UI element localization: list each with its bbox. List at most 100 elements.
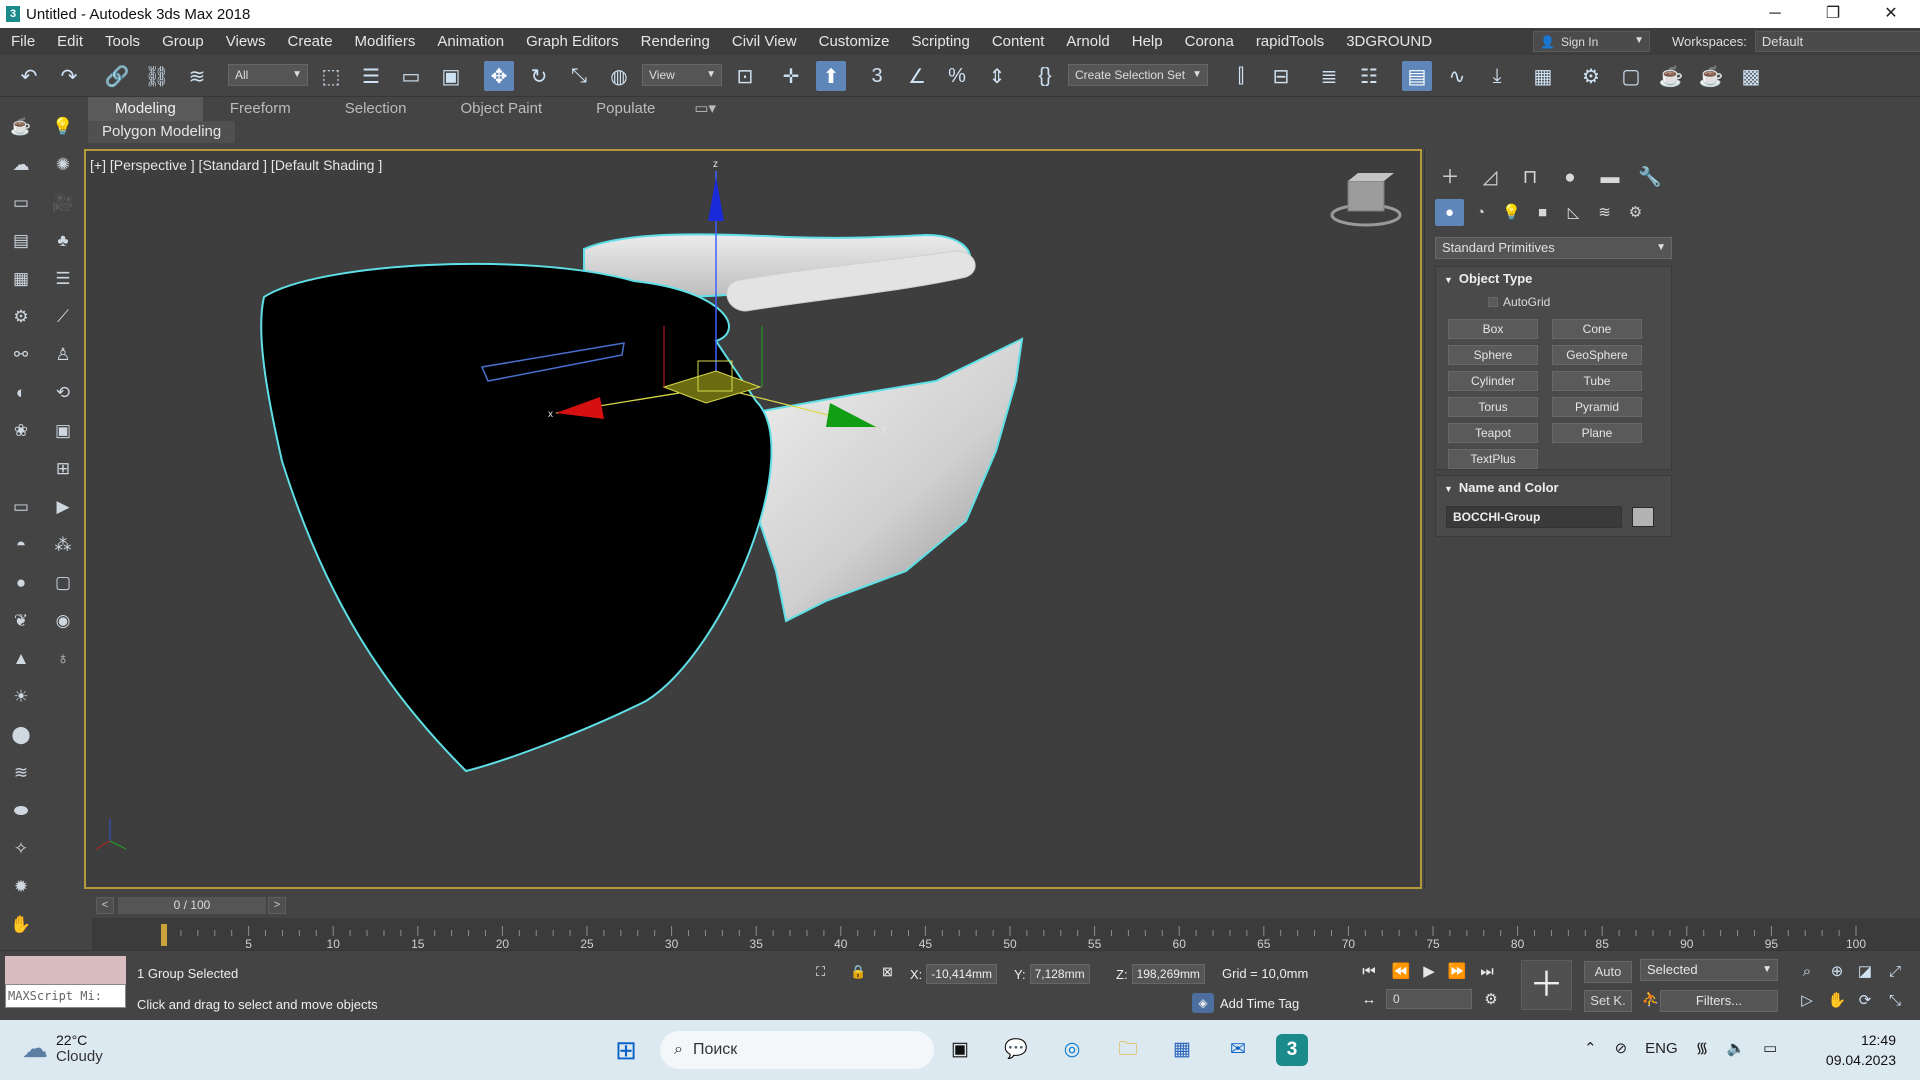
bind-spacewarp-icon[interactable]: ≋	[182, 61, 212, 91]
select-object-icon[interactable]: ⬚	[316, 61, 346, 91]
clock[interactable]: 12:49 09.04.2023	[1826, 1030, 1896, 1070]
toggle-ribbon-icon[interactable]: ☷	[1354, 61, 1384, 91]
autogrid-checkbox[interactable]: AutoGrid	[1488, 295, 1550, 309]
zoom-extents-icon[interactable]: ◪	[1854, 961, 1876, 983]
set-key-icon[interactable]: ＋	[1521, 960, 1572, 1010]
hemisphere-icon[interactable]: ◓	[8, 532, 34, 558]
menu-tools[interactable]: Tools	[94, 33, 151, 50]
chevron-up-icon[interactable]: ⌃	[1584, 1039, 1597, 1057]
tree-icon[interactable]: ♣	[50, 228, 76, 254]
menu-graph-editors[interactable]: Graph Editors	[515, 33, 630, 50]
box-icon[interactable]: ▣	[50, 418, 76, 444]
stairs-icon[interactable]: ≋	[8, 760, 34, 786]
align-icon[interactable]: ⊟	[1266, 61, 1296, 91]
table-icon[interactable]: ▦	[8, 266, 34, 292]
scene-explorer-icon[interactable]: ▤	[1402, 61, 1432, 91]
time-configuration-icon[interactable]: ⚙	[1480, 989, 1502, 1011]
name-and-color-header[interactable]: ▼ Name and Color	[1436, 476, 1671, 500]
edge-browser-icon[interactable]: ◎	[1056, 1034, 1088, 1066]
viewcube-icon[interactable]	[1330, 173, 1402, 227]
time-slider[interactable]: < 0 / 100 >	[96, 895, 288, 915]
menu-rapidtools[interactable]: rapidTools	[1245, 33, 1335, 50]
unlink-icon[interactable]: ⛓	[142, 61, 172, 91]
selection-filter-dropdown[interactable]: All ▼	[228, 64, 308, 86]
menu-create[interactable]: Create	[277, 33, 344, 50]
compass-icon[interactable]: ✧	[8, 836, 34, 862]
next-frame-button[interactable]: >	[268, 897, 286, 914]
bulb-icon[interactable]: ♁	[50, 646, 76, 672]
geometry-icon[interactable]: ●	[1435, 199, 1464, 226]
light-icon[interactable]: 💡	[50, 114, 76, 140]
link-icon[interactable]: 🔗	[102, 61, 132, 91]
list-icon[interactable]: ☰	[50, 266, 76, 292]
mirror-icon[interactable]: ⫿	[1226, 61, 1256, 91]
figure-icon[interactable]: ♙	[50, 342, 76, 368]
menu-edit[interactable]: Edit	[46, 33, 94, 50]
tab-freeform[interactable]: Freeform	[203, 97, 318, 121]
mesh-black-body[interactable]	[260, 262, 773, 773]
go-to-end-icon[interactable]: ⏭	[1476, 961, 1498, 983]
select-by-name-icon[interactable]: ☰	[356, 61, 386, 91]
shapes-icon[interactable]: ◔	[1466, 199, 1495, 226]
align-icon[interactable]: ⊞	[50, 456, 76, 482]
plant-icon[interactable]: ❦	[8, 608, 34, 634]
menu-scripting[interactable]: Scripting	[900, 33, 980, 50]
x-coord-field[interactable]: -10,414mm	[926, 964, 997, 984]
sphere-button[interactable]: Sphere	[1448, 345, 1538, 365]
track-bar[interactable]: 5 10 15 20 25 30 35 40 45 50 55 60 65 70 75 80 85 90 95 100	[92, 918, 1920, 950]
menu-rendering[interactable]: Rendering	[630, 33, 721, 50]
object-color-swatch[interactable]	[1632, 507, 1654, 527]
minimize-button[interactable]: ─	[1746, 0, 1804, 28]
play-icon[interactable]: ▶	[1418, 961, 1440, 983]
zoom-extents-all-icon[interactable]: ⤢	[1884, 961, 1906, 983]
cloud-icon[interactable]: ☁	[8, 152, 34, 178]
circle-icon[interactable]: ●	[8, 570, 34, 596]
material-editor-icon[interactable]: ▦	[1528, 61, 1558, 91]
render-icon[interactable]: ▶	[50, 494, 76, 520]
window-crossing-icon[interactable]: ▣	[436, 61, 466, 91]
textplus-button[interactable]: TextPlus	[1448, 449, 1538, 469]
teapot-icon[interactable]: ☕	[8, 114, 34, 140]
tab-modeling[interactable]: Modeling	[88, 97, 203, 121]
maximize-viewport-icon[interactable]: ⤡	[1884, 990, 1906, 1012]
sphere-icon[interactable]: ◐	[8, 380, 34, 406]
render-iterative-icon[interactable]: ☕	[1696, 61, 1726, 91]
teapot-button[interactable]: Teapot	[1448, 423, 1538, 443]
render-setup-icon[interactable]: ⚙	[1576, 61, 1606, 91]
current-frame-field[interactable]: 0	[1386, 989, 1472, 1009]
pivot-center-icon[interactable]: ⊡	[730, 61, 760, 91]
angle-snap-icon[interactable]: ∠	[902, 61, 932, 91]
cameras-icon[interactable]: ■	[1528, 199, 1557, 226]
isolate-selection-icon[interactable]: ⛶	[816, 964, 825, 980]
y-coord-field[interactable]: 7,128mm	[1029, 964, 1090, 984]
particles-icon[interactable]: ⁂	[50, 532, 76, 558]
hierarchy-tab-icon[interactable]: ⊓	[1515, 165, 1545, 191]
undo-icon[interactable]: ↶	[14, 61, 44, 91]
go-to-start-icon[interactable]: ⏮	[1358, 961, 1380, 983]
filters-button[interactable]: Filters...	[1660, 990, 1778, 1012]
display-tab-icon[interactable]: ▬	[1595, 165, 1625, 191]
wifi-icon[interactable]: ᯾	[1696, 1038, 1709, 1058]
object-name-field[interactable]: BOCCHI-Group	[1446, 506, 1622, 528]
maximize-button[interactable]: ❐	[1804, 0, 1862, 28]
geosphere-button[interactable]: GeoSphere	[1552, 345, 1642, 365]
gear-icon[interactable]: ⚙	[8, 304, 34, 330]
lights-icon[interactable]: 💡	[1497, 199, 1526, 226]
volume-icon[interactable]: 🔈	[1726, 1039, 1745, 1057]
cone-icon[interactable]: ▲	[8, 646, 34, 672]
layer-explorer-icon[interactable]: ≣	[1314, 61, 1344, 91]
maxscript-listener[interactable]: MAXScript Mi:	[5, 956, 126, 1014]
pan-view-icon[interactable]: ✋	[1826, 990, 1848, 1012]
polygon-modeling-panel[interactable]: Polygon Modeling	[88, 121, 236, 143]
tab-populate[interactable]: Populate	[569, 97, 682, 121]
task-view-icon[interactable]: ▣	[944, 1034, 976, 1066]
menu-views[interactable]: Views	[215, 33, 277, 50]
tube-button[interactable]: Tube	[1552, 371, 1642, 391]
current-frame-marker[interactable]	[161, 924, 167, 946]
mail-icon[interactable]: ✉	[1222, 1034, 1254, 1066]
primitive-category-dropdown[interactable]: Standard Primitives ▼	[1435, 237, 1672, 259]
pyramid-button[interactable]: Pyramid	[1552, 397, 1642, 417]
sign-in-dropdown[interactable]: 👤 Sign In ▼	[1533, 31, 1650, 52]
sun-icon[interactable]: ✺	[50, 152, 76, 178]
workspaces-dropdown[interactable]: Default ▼	[1754, 31, 1920, 52]
